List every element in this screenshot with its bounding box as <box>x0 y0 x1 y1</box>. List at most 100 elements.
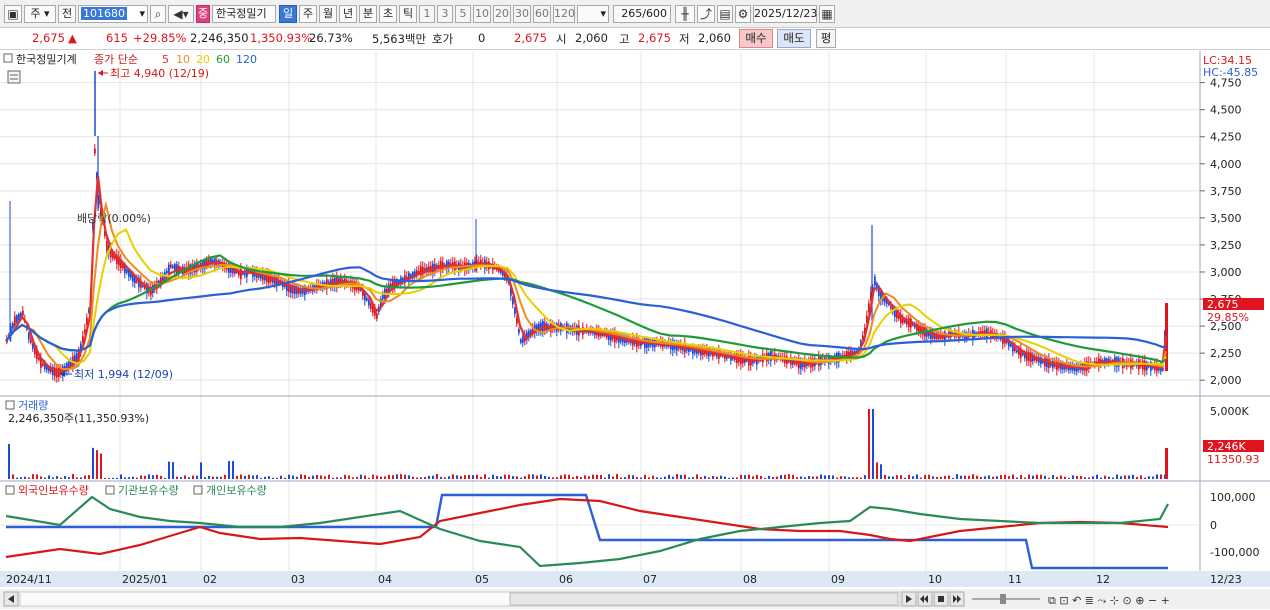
volume-bar <box>968 475 970 479</box>
volume-bar <box>1112 477 1114 479</box>
candle-icon[interactable]: ╫ <box>675 5 695 23</box>
volume-bar <box>112 477 114 479</box>
volume-bar <box>204 477 206 479</box>
x-tick-label: 04 <box>378 573 392 586</box>
volume-bar <box>156 474 158 479</box>
volume-bar <box>980 477 982 479</box>
interval-30[interactable]: 30 <box>513 5 531 23</box>
save-icon[interactable]: ▤ <box>717 5 733 23</box>
interval-60[interactable]: 60 <box>533 5 551 23</box>
interval-10[interactable]: 10 <box>473 5 491 23</box>
last-price-label: 2,675 <box>1207 298 1239 311</box>
volume-bar <box>372 474 374 479</box>
last-pct-label: 29.85% <box>1207 311 1249 324</box>
volume-bar <box>244 475 246 479</box>
turnover-percent: 26.73% <box>309 31 353 45</box>
volume-bar <box>952 477 954 479</box>
volume-bar <box>248 474 250 479</box>
volume-bar <box>1104 475 1106 479</box>
volume-bar <box>12 474 14 479</box>
window-icon[interactable]: ▣ <box>4 5 22 23</box>
volume-bar <box>704 475 706 479</box>
period-week[interactable]: 주 <box>299 5 317 23</box>
volume-bar <box>1072 475 1074 479</box>
volume-bar <box>368 477 370 479</box>
stock-chart[interactable]: 4,7504,5004,2504,0003,7503,5003,2503,000… <box>0 51 1270 610</box>
legend-ma20: 20 <box>196 53 210 66</box>
interval-dropdown[interactable]: ▾ <box>577 5 609 23</box>
interval-20[interactable]: 20 <box>493 5 511 23</box>
stock-name: 한국정밀기 <box>212 5 276 23</box>
volume-bar <box>476 474 478 479</box>
candle-body <box>1014 346 1016 352</box>
tool-icons[interactable]: ⧉ ⊡ ↶ ≣ ⤳ ⊹ ⊙ ⊕ − + <box>1048 594 1170 607</box>
volume-bar <box>556 477 558 479</box>
scrollbar-thumb[interactable] <box>509 592 899 606</box>
legend-close-simple: 종가 단순 <box>94 53 138 66</box>
date-field[interactable]: 2025/12/23 <box>753 5 817 23</box>
calendar-icon[interactable]: ▦ <box>819 5 835 23</box>
volume-bar <box>20 477 22 479</box>
hoga-value: 0 <box>478 31 486 45</box>
interval-120[interactable]: 120 <box>553 5 575 23</box>
volume-bar <box>364 475 366 479</box>
volume-bar <box>424 476 426 479</box>
volume-bar <box>528 474 530 479</box>
volume-bar <box>748 474 750 479</box>
count-field[interactable]: 265/600 <box>613 5 671 23</box>
volume-bar <box>800 476 802 479</box>
volume-bar <box>160 475 162 479</box>
gear-icon[interactable]: ⚙ <box>735 5 751 23</box>
buy-button[interactable]: 매수 <box>739 29 773 48</box>
prev-button[interactable]: 전 <box>58 5 76 23</box>
volume-bar <box>240 474 242 479</box>
volume-bar <box>328 474 330 479</box>
candle-body <box>14 316 16 326</box>
type-select[interactable]: 주 ▾ <box>24 5 56 23</box>
volume-bar <box>700 477 702 479</box>
interval-5[interactable]: 5 <box>455 5 471 23</box>
y-tick-label: 3,500 <box>1210 212 1242 225</box>
volume-bar <box>64 476 66 479</box>
period-day[interactable]: 일 <box>279 5 297 23</box>
volume-axis-tick: 5,000K <box>1210 405 1249 418</box>
period-year[interactable]: 년 <box>339 5 357 23</box>
speaker-icon[interactable]: ◀▾ <box>168 5 194 23</box>
sell-button[interactable]: 매도 <box>777 29 811 48</box>
volume-bar <box>1084 477 1086 479</box>
volume-bar <box>1144 477 1146 479</box>
volume-bar <box>516 476 518 479</box>
open-value: 2,060 <box>575 31 608 45</box>
volume-bar <box>708 477 710 479</box>
period-second[interactable]: 초 <box>379 5 397 23</box>
stop-icon <box>938 596 944 602</box>
zoom-slider-handle[interactable] <box>1000 594 1006 604</box>
volume-bar <box>1076 476 1078 479</box>
volume-bar <box>816 476 818 479</box>
volume-bar <box>1008 476 1010 479</box>
search-icon[interactable]: ⌕ <box>150 5 166 23</box>
volume-bar <box>712 476 714 479</box>
average-button[interactable]: 평 <box>816 29 836 48</box>
volume-bar <box>456 475 458 479</box>
line-chart-icon[interactable]: ⤴ <box>697 5 715 23</box>
volume-bar <box>8 444 10 479</box>
period-tick[interactable]: 틱 <box>399 5 417 23</box>
volume-bar <box>956 474 958 479</box>
period-minute[interactable]: 분 <box>359 5 377 23</box>
candle-body <box>902 319 904 323</box>
volume-bar <box>876 462 878 479</box>
volume-bar <box>388 474 390 479</box>
volume-bar <box>288 474 290 479</box>
volume-bar <box>760 476 762 479</box>
interval-3[interactable]: 3 <box>437 5 453 23</box>
table-icon[interactable] <box>7 70 21 84</box>
interval-1[interactable]: 1 <box>419 5 435 23</box>
volume-bar <box>836 477 838 479</box>
volume-bar <box>72 474 74 479</box>
stock-code-input[interactable]: 101680 ▾ <box>78 5 148 23</box>
high-value: 2,675 <box>638 31 671 45</box>
volume-bar <box>820 474 822 479</box>
period-month[interactable]: 월 <box>319 5 337 23</box>
volume-bar <box>948 475 950 479</box>
